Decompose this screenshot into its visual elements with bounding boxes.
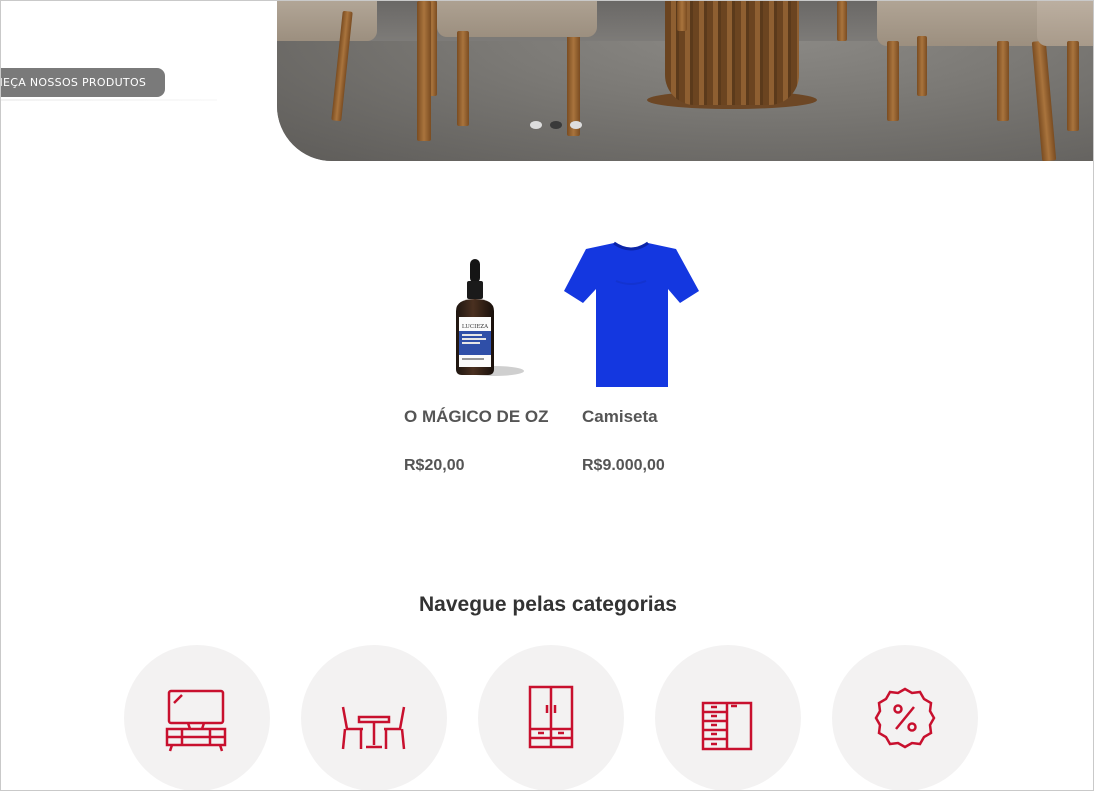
page: CONHEÇA NOSSOS PRODUTOS xyxy=(0,0,1094,791)
banner-chair-leg xyxy=(917,36,927,96)
blue-tshirt-image xyxy=(564,241,699,387)
discount-badge-icon xyxy=(874,687,936,749)
category-dresser[interactable] xyxy=(655,645,801,790)
product-name[interactable]: Camiseta xyxy=(582,407,658,427)
banner-chair-leg xyxy=(887,41,899,121)
hero-banner[interactable] xyxy=(277,1,1093,161)
hero-cta-label: CONHEÇA NOSSOS PRODUTOS xyxy=(1,76,147,89)
serum-bottle-image: LUCIEZA xyxy=(456,259,524,376)
banner-chair-leg xyxy=(417,1,431,141)
banner-chair-left xyxy=(277,1,377,41)
carousel-dot-2[interactable] xyxy=(550,121,562,129)
banner-chair-leg xyxy=(1067,41,1079,131)
banner-chair-far-right xyxy=(1037,1,1093,46)
category-wardrobe[interactable] xyxy=(478,645,624,790)
dining-table-icon xyxy=(341,706,406,750)
wardrobe-icon xyxy=(528,685,574,749)
category-dining[interactable] xyxy=(301,645,447,790)
carousel-dot-3[interactable] xyxy=(570,121,582,129)
banner-chair-leg xyxy=(457,31,469,126)
banner-chair-leg xyxy=(837,1,847,41)
categories-title: Navegue pelas categorias xyxy=(419,593,677,616)
product-price: R$20,00 xyxy=(404,457,465,474)
banner-chair-right xyxy=(877,1,1047,46)
bottle-brand-text: LUCIEZA xyxy=(462,324,489,330)
hero-left-panel: CONHEÇA NOSSOS PRODUTOS xyxy=(1,1,277,161)
banner-chair-leg xyxy=(677,1,687,31)
category-tv-stand[interactable] xyxy=(124,645,270,790)
category-promotions[interactable] xyxy=(832,645,978,790)
tv-stand-icon xyxy=(165,689,227,752)
banner-chair-leg xyxy=(997,41,1009,121)
dresser-icon xyxy=(701,701,753,751)
carousel-dots xyxy=(530,121,582,129)
carousel-dot-1[interactable] xyxy=(530,121,542,129)
hero-cta-underline xyxy=(1,99,217,101)
hero-cta-button[interactable]: CONHEÇA NOSSOS PRODUTOS xyxy=(1,68,165,97)
product-price: R$9.000,00 xyxy=(582,457,665,474)
product-name[interactable]: O MÁGICO DE OZ xyxy=(404,407,549,427)
